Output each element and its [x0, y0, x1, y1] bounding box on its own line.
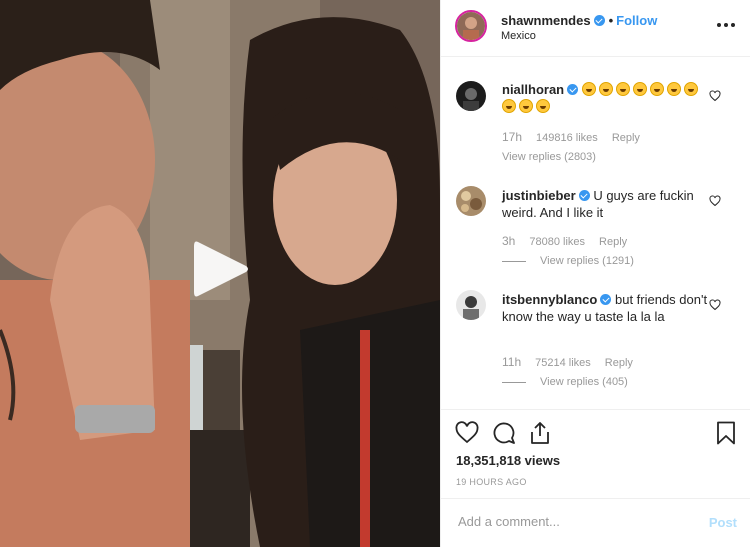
grinning-squinting-face-emoji: [683, 82, 698, 96]
grinning-squinting-face-emoji: [502, 99, 516, 113]
comment-meta: 11h 75214 likes Reply: [502, 355, 647, 369]
add-comment-input[interactable]: [456, 513, 690, 530]
view-replies-label: View replies (405): [540, 376, 628, 388]
comment-icon[interactable]: [492, 421, 516, 445]
share-icon[interactable]: [528, 421, 552, 445]
verified-badge-icon: [593, 15, 605, 26]
view-replies-button[interactable]: View replies (2803): [502, 151, 596, 163]
comment-likes[interactable]: 75214 likes: [535, 357, 591, 369]
reply-button[interactable]: Reply: [605, 357, 633, 369]
comment-likes[interactable]: 149816 likes: [536, 132, 598, 144]
comment-time: 17h: [502, 130, 523, 144]
grinning-squinting-face-emoji: [598, 82, 613, 96]
view-replies-label: View replies (1291): [540, 255, 634, 267]
more-options-icon[interactable]: [716, 18, 736, 32]
verified-badge-icon: [578, 190, 590, 201]
comment-like-heart-icon[interactable]: [709, 90, 721, 102]
comment-like-heart-icon[interactable]: [709, 299, 721, 311]
post-timestamp[interactable]: 19 HOURS AGO: [456, 477, 527, 487]
commenter-username[interactable]: justinbieber: [502, 188, 576, 203]
comment-like-heart-icon[interactable]: [709, 195, 721, 207]
post-header: shawnmendes • Follow Mexico: [441, 0, 750, 57]
play-icon[interactable]: [192, 238, 250, 300]
bookmark-icon[interactable]: [714, 421, 738, 445]
comment-likes[interactable]: 78080 likes: [529, 236, 585, 248]
separator-dot: •: [608, 13, 614, 28]
author-username[interactable]: shawnmendes: [501, 13, 591, 28]
add-comment-bar: Post: [441, 498, 750, 548]
grinning-squinting-face-emoji: [615, 82, 630, 96]
comments-list: niallhoran 17h 149816 likes Reply View rep…: [441, 57, 750, 408]
post-video[interactable]: [0, 0, 440, 547]
commenter-avatar[interactable]: [456, 290, 486, 320]
grinning-squinting-face-emoji: [519, 99, 533, 113]
view-replies-label: View replies (2803): [502, 151, 596, 163]
grinning-squinting-face-emoji: [536, 99, 550, 113]
reply-button[interactable]: Reply: [599, 236, 627, 248]
replies-divider-line: [502, 260, 526, 262]
grinning-squinting-face-emoji: [581, 82, 596, 96]
comment-meta: 3h 78080 likes Reply: [502, 234, 641, 248]
comment-time: 11h: [502, 355, 522, 369]
view-count[interactable]: 18,351,818 views: [456, 453, 560, 468]
verified-badge-icon: [600, 294, 612, 305]
reply-button[interactable]: Reply: [612, 132, 640, 144]
location-link[interactable]: Mexico: [501, 30, 536, 42]
commenter-avatar[interactable]: [456, 186, 486, 216]
comment-meta: 17h 149816 likes Reply: [502, 130, 654, 144]
follow-button[interactable]: Follow: [616, 13, 657, 28]
author-line: shawnmendes • Follow: [501, 13, 657, 28]
post-comment-button[interactable]: Post: [709, 515, 737, 530]
post-panel: shawnmendes • Follow Mexico niallhoran 17h…: [440, 0, 750, 547]
comment-text-block: niallhoran: [502, 81, 708, 115]
grinning-squinting-face-emoji: [666, 82, 681, 96]
grinning-squinting-face-emoji: [632, 82, 647, 96]
comment-text-block: itsbennyblanco but friends don't know th…: [502, 291, 708, 325]
author-avatar[interactable]: [455, 10, 487, 42]
commenter-username[interactable]: itsbennyblanco: [502, 292, 597, 307]
comment-text-block: justinbieber U guys are fuckin weird. An…: [502, 187, 708, 221]
heart-icon[interactable]: [455, 421, 479, 445]
commenter-avatar[interactable]: [456, 81, 486, 111]
view-replies-button[interactable]: View replies (1291): [502, 255, 634, 267]
commenter-username[interactable]: niallhoran: [502, 82, 564, 97]
grinning-squinting-face-emoji: [649, 82, 664, 96]
comment-time: 3h: [502, 234, 516, 248]
replies-divider-line: [502, 381, 526, 383]
view-replies-button[interactable]: View replies (405): [502, 376, 628, 388]
verified-badge-icon: [567, 84, 579, 95]
